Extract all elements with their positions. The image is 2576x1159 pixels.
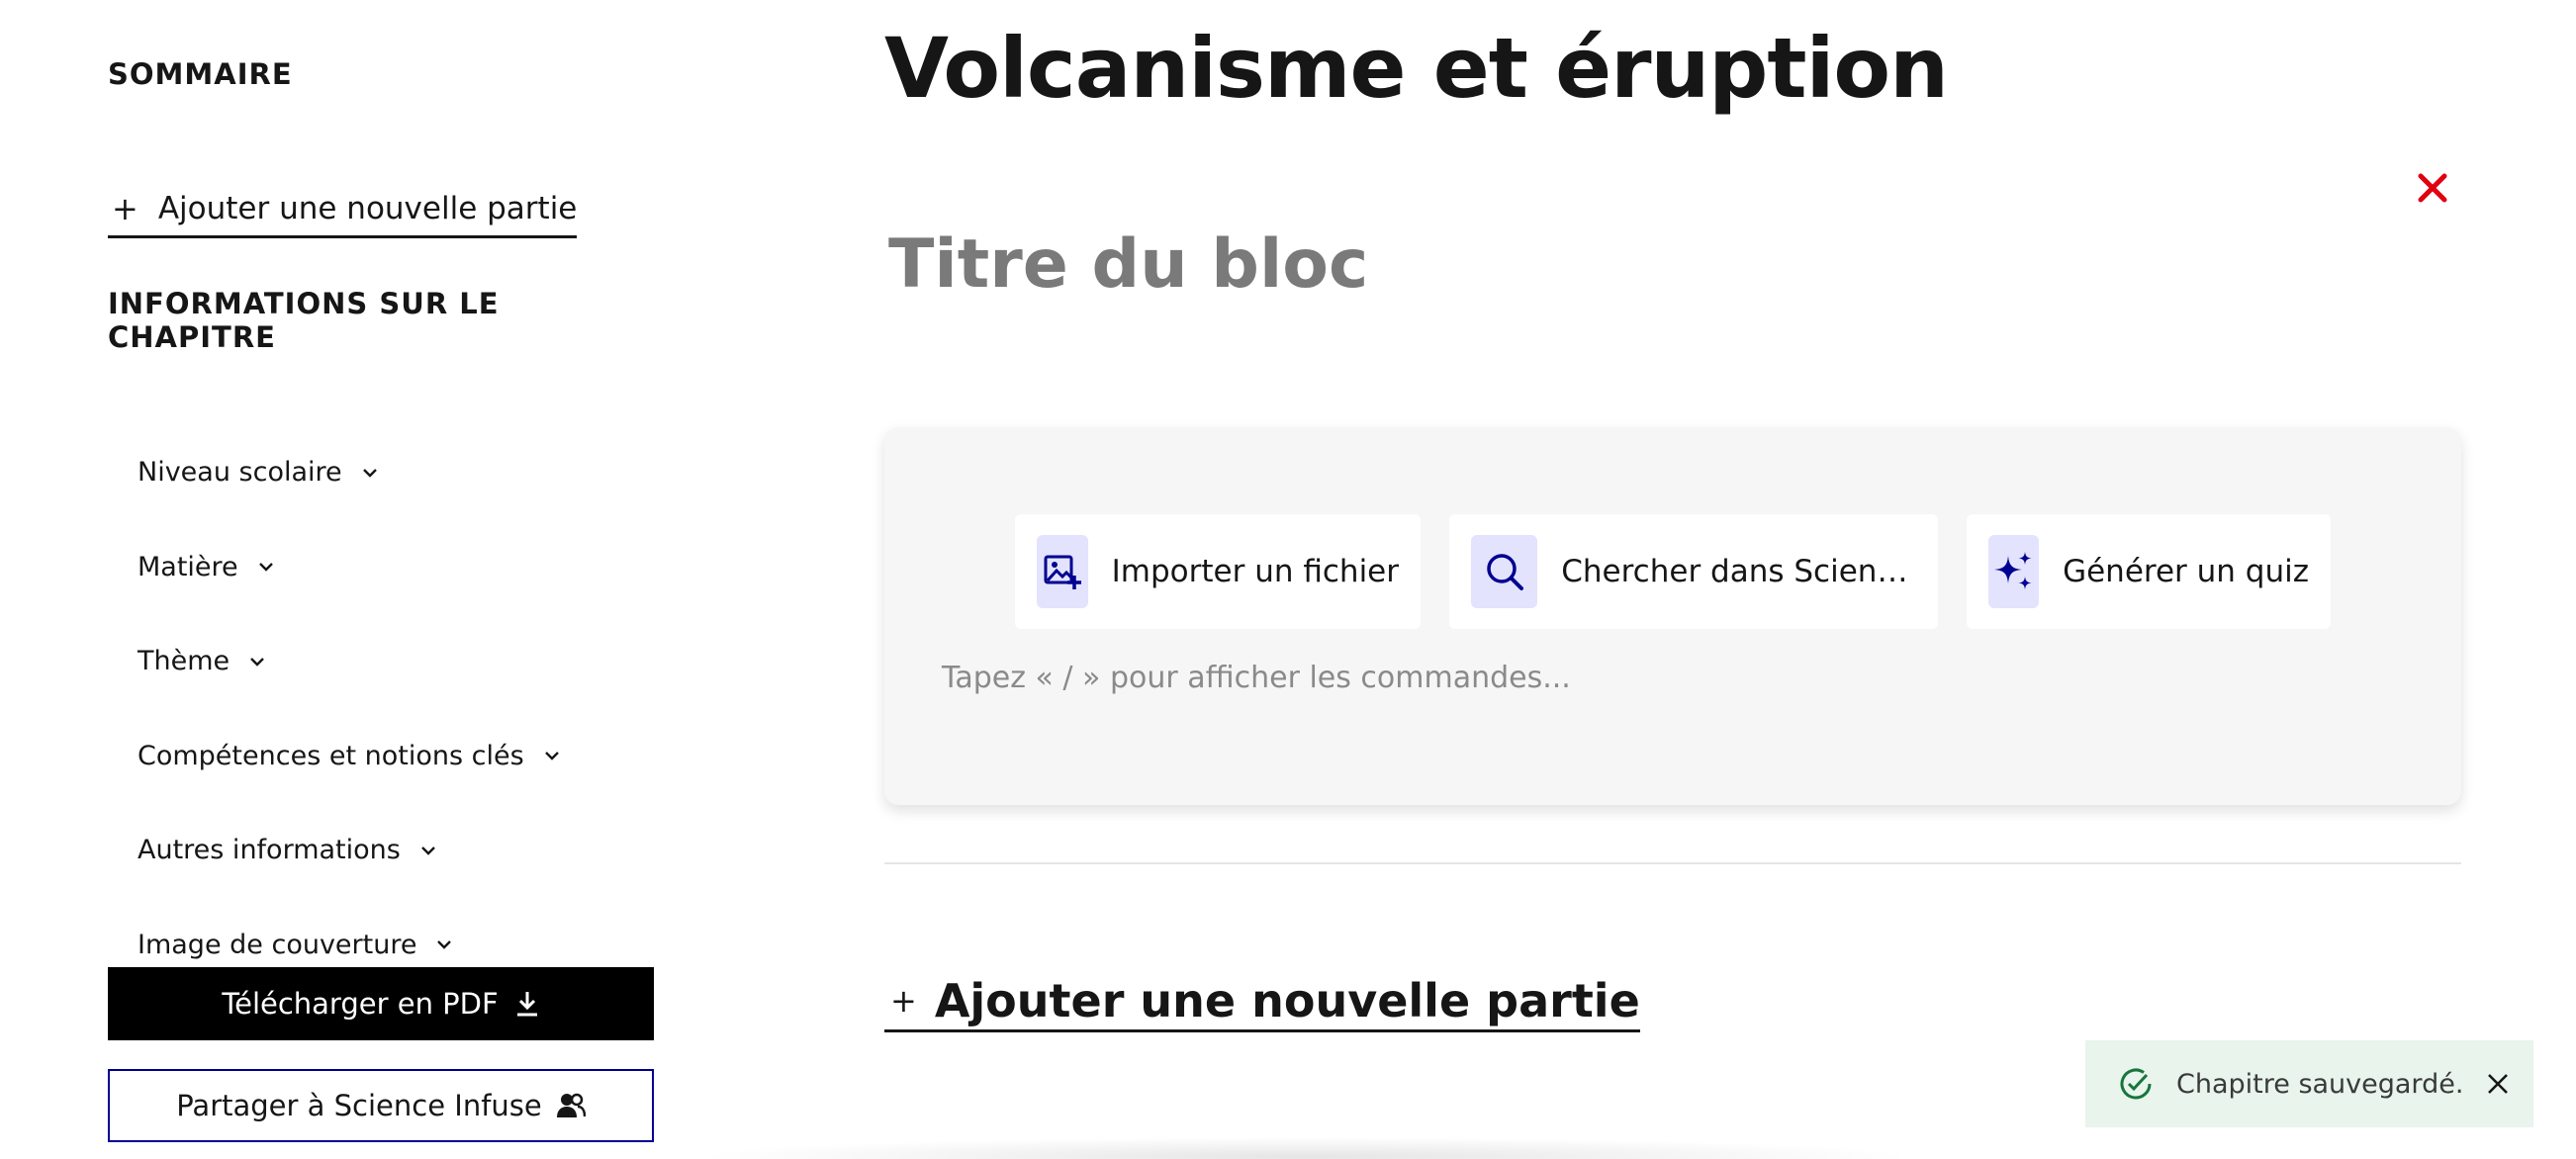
import-file-button[interactable]: Importer un fichier xyxy=(1015,514,1421,629)
image-add-icon xyxy=(1037,535,1088,608)
chapter-info-heading: INFORMATIONS SUR LE CHAPITRE xyxy=(108,287,500,354)
download-pdf-label: Télécharger en PDF xyxy=(222,987,499,1021)
save-toast: Chapitre sauvegardé. xyxy=(2085,1040,2533,1127)
accordion-label: Thème xyxy=(138,646,230,677)
accordion-label: Matière xyxy=(138,551,238,582)
plus-icon: + xyxy=(890,982,917,1020)
share-label: Partager à Science Infuse xyxy=(176,1089,542,1122)
plus-icon: + xyxy=(112,190,138,227)
close-icon xyxy=(2418,173,2447,203)
accordion-autres-informations[interactable]: Autres informations xyxy=(138,803,562,898)
chevron-down-icon xyxy=(434,935,454,954)
accordion-label: Compétences et notions clés xyxy=(138,740,524,771)
sommaire-heading: SOMMAIRE xyxy=(108,57,293,91)
page: SOMMAIRE + Ajouter une nouvelle partie I… xyxy=(0,0,2576,1159)
chevron-down-icon xyxy=(247,652,267,671)
accordion-niveau-scolaire[interactable]: Niveau scolaire xyxy=(138,425,562,520)
share-science-infuse-button[interactable]: Partager à Science Infuse xyxy=(108,1069,654,1142)
main-add-part-button[interactable]: + Ajouter une nouvelle partie xyxy=(884,974,1640,1032)
download-icon xyxy=(514,990,540,1018)
main-add-part-label: Ajouter une nouvelle partie xyxy=(934,974,1640,1027)
editor-actions: Importer un fichier Chercher dans Scienc… xyxy=(1015,514,2331,629)
sidebar: SOMMAIRE + Ajouter une nouvelle partie I… xyxy=(108,0,654,1159)
chapter-info-list: Niveau scolaire Matière Thème Compétence… xyxy=(138,425,562,992)
bottom-shadow xyxy=(692,1137,1919,1159)
block-editor[interactable]: Importer un fichier Chercher dans Scienc… xyxy=(884,427,2461,805)
toast-message: Chapitre sauvegardé. xyxy=(2176,1068,2464,1100)
import-file-label: Importer un fichier xyxy=(1111,554,1399,589)
search-science-infuse-label: Chercher dans Science ... xyxy=(1561,554,1916,589)
chevron-down-icon xyxy=(360,463,380,483)
search-science-infuse-button[interactable]: Chercher dans Science ... xyxy=(1449,514,1938,629)
search-icon xyxy=(1471,535,1538,608)
block-title-input[interactable] xyxy=(888,220,2075,309)
chevron-down-icon xyxy=(418,841,438,860)
download-pdf-button[interactable]: Télécharger en PDF xyxy=(108,967,654,1040)
accordion-competences[interactable]: Compétences et notions clés xyxy=(138,709,562,804)
accordion-label: Image de couverture xyxy=(138,929,417,960)
users-icon xyxy=(556,1092,586,1119)
toast-close-button[interactable] xyxy=(2486,1072,2510,1096)
chevron-down-icon xyxy=(256,557,276,577)
delete-block-button[interactable] xyxy=(2413,168,2452,208)
chevron-down-icon xyxy=(542,746,562,765)
accordion-theme[interactable]: Thème xyxy=(138,614,562,709)
sidebar-add-part-button[interactable]: + Ajouter une nouvelle partie xyxy=(108,190,578,238)
sparkles-icon xyxy=(1988,535,2040,608)
generate-quiz-button[interactable]: Générer un quiz xyxy=(1967,514,2331,629)
editor-placeholder: Tapez « / » pour afficher les commandes.… xyxy=(942,661,1571,695)
close-icon xyxy=(2488,1074,2508,1094)
accordion-label: Autres informations xyxy=(138,835,401,866)
main-content: Volcanisme et éruption Titre du bloc Imp… xyxy=(884,0,2467,1159)
accordion-label: Niveau scolaire xyxy=(138,457,342,489)
check-circle-icon xyxy=(2117,1065,2155,1103)
accordion-matiere[interactable]: Matière xyxy=(138,520,562,615)
divider xyxy=(884,862,2461,864)
page-title: Volcanisme et éruption xyxy=(884,20,1949,117)
sidebar-add-part-label: Ajouter une nouvelle partie xyxy=(157,191,578,226)
generate-quiz-label: Générer un quiz xyxy=(2063,554,2309,589)
